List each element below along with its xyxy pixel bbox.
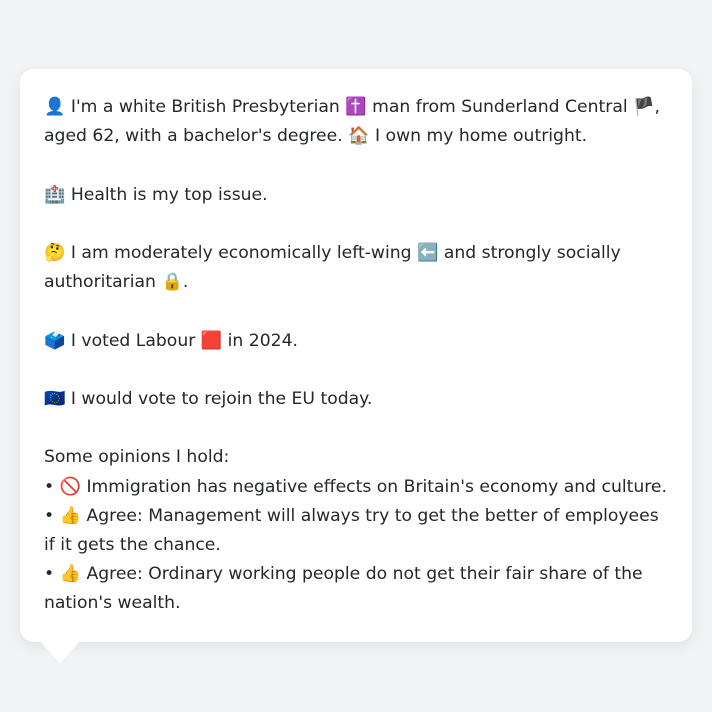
opinions-section: Some opinions I hold: • 🚫 Immigration ha… <box>44 443 668 618</box>
vote-paragraph: 🗳️ I voted Labour 🟥 in 2024. <box>44 327 668 356</box>
eu-flag-icon: 🇪🇺 <box>44 388 66 409</box>
opinion-item: • 👍 Agree: Management will always try to… <box>44 502 668 560</box>
bullet: • <box>44 476 55 497</box>
politics-text-3: . <box>182 272 189 293</box>
left-arrow-icon: ⬅️ <box>417 242 439 263</box>
opinion-item: • 🚫 Immigration has negative effects on … <box>44 473 668 502</box>
opinions-heading: Some opinions I hold: <box>44 447 230 468</box>
intro-text-1: I'm a white British Presbyterian <box>70 97 340 117</box>
thumbs-up-icon: 👍 <box>59 564 82 585</box>
eu-paragraph: 🇪🇺 I would vote to rejoin the EU today. <box>44 385 668 414</box>
opinion-item: • 👍 Agree: Ordinary working people do no… <box>44 560 668 618</box>
opinion-text: Immigration has negative effects on Brit… <box>86 476 667 497</box>
lock-icon: 🔒 <box>161 272 183 293</box>
england-flag-icon: 🏴 <box>633 97 655 117</box>
red-square-icon: 🟥 <box>200 330 223 351</box>
intro-text-4: I own my home outright. <box>375 126 588 147</box>
opinion-text: Agree: Ordinary working people do not ge… <box>44 564 643 614</box>
bullet: • <box>44 505 55 526</box>
person-icon: 👤 <box>44 97 66 117</box>
intro-paragraph: 👤 I'm a white British Presbyterian ✝️ ma… <box>44 93 668 151</box>
vote-text-2: in 2024. <box>227 330 298 351</box>
thumbs-up-icon: 👍 <box>59 505 82 526</box>
thinking-icon: 🤔 <box>44 242 66 263</box>
hospital-icon: 🏥 <box>44 184 66 205</box>
house-icon: 🏠 <box>348 126 370 147</box>
ballot-box-icon: 🗳️ <box>44 330 66 351</box>
vote-text-1: I voted Labour <box>70 330 196 351</box>
health-text: Health is my top issue. <box>70 184 268 205</box>
opinion-text: Agree: Management will always try to get… <box>44 505 659 555</box>
intro-text-2: man from Sunderland Central <box>372 97 628 117</box>
politics-text-1: I am moderately economically left-wing <box>70 242 412 263</box>
politics-paragraph: 🤔 I am moderately economically left-wing… <box>44 239 668 297</box>
message-bubble: 👤 I'm a white British Presbyterian ✝️ ma… <box>20 69 692 642</box>
eu-text: I would vote to rejoin the EU today. <box>70 388 373 409</box>
cross-icon: ✝️ <box>345 97 367 117</box>
bubble-tail <box>40 641 80 663</box>
bullet: • <box>44 564 55 585</box>
prohibited-icon: 🚫 <box>59 476 82 497</box>
message-content: 👤 I'm a white British Presbyterian ✝️ ma… <box>44 93 668 619</box>
health-paragraph: 🏥 Health is my top issue. <box>44 181 668 210</box>
